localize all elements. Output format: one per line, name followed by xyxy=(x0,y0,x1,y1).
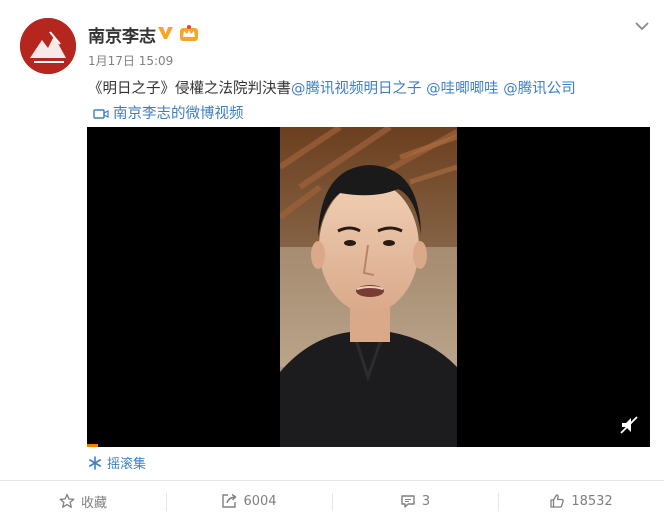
volume-muted-icon[interactable] xyxy=(620,416,638,434)
star-outline-icon xyxy=(59,493,75,508)
chevron-down-icon[interactable] xyxy=(634,20,650,32)
action-bar: 收藏 6004 3 18532 xyxy=(0,481,664,521)
share-arrow-icon xyxy=(222,493,238,508)
post-body: 《明日之子》侵權之法院判決書 xyxy=(88,81,291,97)
weibo-post-card: 南京李志 1月17日 15:09 《明日之子》侵權之法院判決書@腾讯视频明日之子… xyxy=(0,0,664,521)
avatar[interactable] xyxy=(20,18,76,74)
username[interactable]: 南京李志 xyxy=(88,22,156,47)
vip-crown-icon[interactable] xyxy=(179,24,199,42)
favorite-button[interactable]: 收藏 xyxy=(0,481,166,521)
verified-v-icon xyxy=(158,27,173,39)
video-camera-icon xyxy=(93,109,109,119)
playlist-label: 摇滚集 xyxy=(107,457,147,472)
video-frame[interactable] xyxy=(280,127,457,447)
comment-button[interactable]: 3 xyxy=(332,481,498,521)
like-count: 18532 xyxy=(571,493,613,509)
video-link-label: 南京李志的微博视频 xyxy=(113,106,244,122)
mention-tencent[interactable]: @腾讯公司 xyxy=(503,81,576,97)
post-text: 《明日之子》侵權之法院判決書@腾讯视频明日之子 @哇唧唧哇 @腾讯公司 xyxy=(88,77,576,98)
video-link[interactable]: 南京李志的微博视频 xyxy=(93,102,244,123)
comment-bubble-icon xyxy=(401,495,415,508)
repost-button[interactable]: 6004 xyxy=(166,481,332,521)
mention-tencent-video[interactable]: @腾讯视频明日之子 xyxy=(291,81,422,97)
repost-count: 6004 xyxy=(243,493,277,509)
post-timestamp[interactable]: 1月17日 15:09 xyxy=(88,52,173,69)
playlist-link[interactable]: 摇滚集 xyxy=(88,453,146,472)
snowflake-icon xyxy=(89,456,101,470)
thumbs-up-icon xyxy=(550,494,565,508)
video-progress-bar[interactable] xyxy=(87,444,98,447)
favorite-label: 收藏 xyxy=(80,495,107,511)
comment-count: 3 xyxy=(421,493,431,509)
like-button[interactable]: 18532 xyxy=(498,481,664,521)
mention-wajijiwa[interactable]: @哇唧唧哇 xyxy=(426,81,499,97)
